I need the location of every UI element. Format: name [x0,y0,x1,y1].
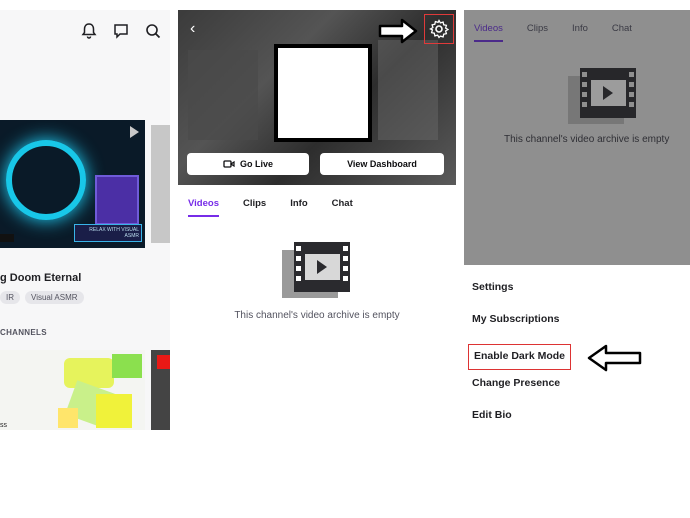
text-fragment: ss [0,422,7,429]
tab-videos[interactable]: Videos [474,23,503,42]
menu-item-my-subscriptions[interactable]: My Subscriptions [472,312,672,344]
menu-item-change-presence[interactable]: Change Presence [472,376,672,408]
thumbnail-banner: RELAX WITH VISUAL ASMR [74,224,142,242]
channel-panel: ‹ Go Live View Dashboard Videos Clips In… [178,10,456,430]
view-dashboard-label: View Dashboard [347,159,417,169]
portal-graphic [6,140,86,220]
play-icon [130,126,139,138]
browse-panel: RELAX WITH VISUAL ASMR g Doom Eternal IR… [0,10,170,430]
search-icon[interactable] [144,22,162,40]
section-label: CHANNELS [0,328,47,337]
go-live-label: Go Live [239,159,273,169]
tab-info[interactable]: Info [572,23,588,42]
settings-menu-panel: Videos Clips Info Chat This channel's vi… [464,10,690,430]
tab-chat[interactable]: Chat [612,23,632,42]
menu-row: Enable Dark Mode [468,344,672,376]
film-icon [282,232,352,307]
tab-clips[interactable]: Clips [243,198,266,217]
menu-item-settings[interactable]: Settings [472,280,672,312]
left-arrow-annotation-icon [586,344,642,377]
graphic-blob [112,354,142,378]
header-icons [80,22,162,40]
menu-item-edit-bio[interactable]: Edit Bio [472,408,672,430]
tab-chat[interactable]: Chat [332,198,353,217]
empty-archive-message: This channel's video archive is empty [234,310,400,321]
graphic-blob [58,408,78,428]
camera-icon [223,160,235,168]
channel-thumbnail[interactable] [0,350,145,430]
empty-archive-message: This channel's video archive is empty [504,134,670,145]
live-badge [157,355,170,369]
tab-info[interactable]: Info [290,198,307,217]
stream-title[interactable]: g Doom Eternal [0,272,81,284]
stream-thumbnail[interactable]: RELAX WITH VISUAL ASMR [0,120,145,248]
graphic-blob [96,394,132,428]
film-icon [568,58,638,133]
next-thumbnail-partial[interactable] [151,125,170,243]
channel-tabs: Videos Clips Info Chat [474,23,632,42]
settings-button[interactable] [424,14,454,44]
view-dashboard-button[interactable]: View Dashboard [320,153,444,175]
tab-videos[interactable]: Videos [188,198,219,217]
cover-texture [188,50,258,140]
settings-menu: Settings My Subscriptions Enable Dark Mo… [468,280,672,430]
cover-texture [378,40,438,140]
tag-chip[interactable]: Visual ASMR [25,291,84,304]
menu-item-enable-dark-mode[interactable]: Enable Dark Mode [468,344,572,370]
bell-icon[interactable] [80,22,98,40]
avatar[interactable] [274,44,372,142]
chevron-left-icon[interactable]: ‹ [190,20,195,38]
chat-icon[interactable] [112,22,130,40]
live-tag [0,234,14,242]
gear-icon [429,19,449,39]
tab-clips[interactable]: Clips [527,23,548,42]
go-live-button[interactable]: Go Live [187,153,309,175]
channel-tabs: Videos Clips Info Chat [188,198,353,217]
right-arrow-annotation-icon [378,18,418,49]
stream-tags: IR Visual ASMR [0,291,84,304]
webcam-overlay [95,175,139,225]
tag-chip[interactable]: IR [0,291,20,304]
